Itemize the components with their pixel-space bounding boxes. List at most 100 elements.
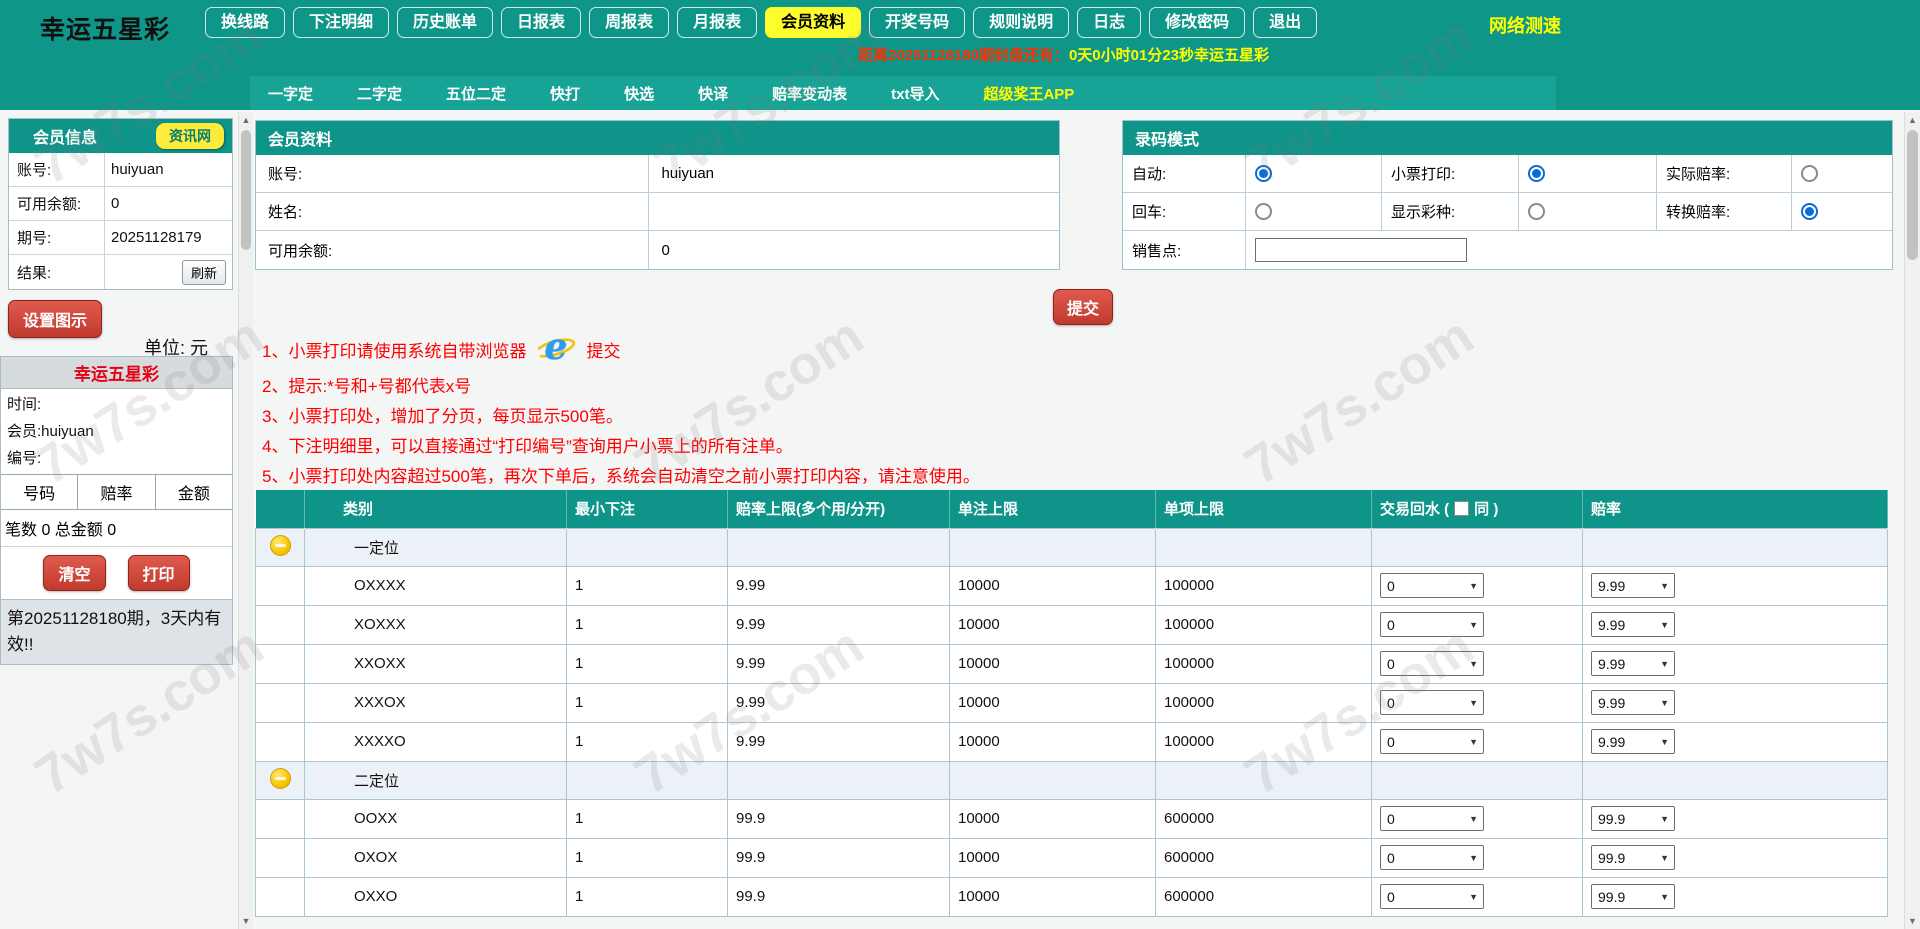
bet-type: OXXO bbox=[304, 876, 567, 917]
submit-button[interactable]: 提交 bbox=[1053, 289, 1114, 325]
field-value: 20251128179 bbox=[111, 229, 202, 246]
radio-cell bbox=[1519, 155, 1657, 193]
sidebar-scroll-thumb[interactable] bbox=[241, 130, 251, 250]
top-nav-item[interactable]: 日报表 bbox=[501, 7, 582, 38]
rebate-select[interactable]: 0 ▼ bbox=[1380, 612, 1484, 637]
sub-nav-item[interactable]: 超级奖王APP bbox=[983, 83, 1074, 104]
odds-cap: 9.99 bbox=[727, 682, 950, 723]
dropdown-arrow-icon: ▼ bbox=[1660, 697, 1669, 708]
info-site-button[interactable]: 资讯网 bbox=[156, 123, 224, 149]
page-scrollbar[interactable]: ▲ ▼ bbox=[1904, 112, 1920, 929]
countdown-text: 距离20251128180期封盘还有：0天0小时01分23秒幸运五星彩 bbox=[858, 44, 1269, 65]
network-speed-link[interactable]: 网络测速 bbox=[1489, 12, 1561, 38]
odds-select[interactable]: 9.99 ▼ bbox=[1591, 612, 1675, 637]
empty-cell bbox=[566, 527, 728, 567]
print-button[interactable]: 打印 bbox=[127, 555, 190, 591]
scroll-down-icon[interactable]: ▼ bbox=[239, 913, 253, 929]
rebate-select[interactable]: 0 ▼ bbox=[1380, 651, 1484, 676]
code-mode-title: 录码模式 bbox=[1123, 121, 1892, 155]
note1-suffix: 提交 bbox=[586, 341, 621, 361]
collapse-group-icon[interactable] bbox=[269, 767, 291, 789]
refresh-button[interactable]: 刷新 bbox=[181, 259, 226, 285]
sub-nav-item[interactable]: 赔率变动表 bbox=[772, 83, 847, 104]
top-nav-item[interactable]: 周报表 bbox=[589, 7, 670, 38]
sub-nav-item[interactable]: txt导入 bbox=[891, 83, 939, 104]
slip-buttons: 清空 打印 bbox=[1, 547, 232, 599]
single-bet-cap: 10000 bbox=[949, 798, 1156, 839]
top-nav-item[interactable]: 开奖号码 bbox=[869, 7, 966, 38]
rebate-select[interactable]: 0 ▼ bbox=[1380, 690, 1484, 715]
member-info-row: 期号: 20251128179 bbox=[9, 221, 232, 255]
top-nav-item[interactable]: 规则说明 bbox=[973, 7, 1070, 38]
top-nav-item[interactable]: 月报表 bbox=[677, 7, 758, 38]
odds-select[interactable]: 9.99 ▼ bbox=[1591, 729, 1675, 754]
select-value: 9.99 bbox=[1598, 733, 1626, 750]
top-nav-item[interactable]: 修改密码 bbox=[1149, 7, 1246, 38]
radio-checked[interactable] bbox=[1801, 203, 1818, 220]
odds-row: XOXXX 1 9.99 10000 100000 0 ▼ 9.99 ▼ bbox=[255, 604, 1888, 645]
top-nav-item[interactable]: 历史账单 bbox=[397, 7, 494, 38]
odds-select[interactable]: 99.9 ▼ bbox=[1591, 884, 1675, 909]
slip-member: 会员:huiyuan bbox=[7, 423, 94, 440]
odds-cap: 9.99 bbox=[727, 604, 950, 645]
slip-column-header: 号码 bbox=[1, 475, 79, 509]
sub-nav-item[interactable]: 快译 bbox=[698, 83, 728, 104]
sales-point-input[interactable] bbox=[1255, 238, 1467, 262]
field-label: 姓名: bbox=[256, 193, 650, 230]
member-info-row: 结果: 刷新 bbox=[9, 255, 232, 289]
sub-nav-item[interactable]: 一字定 bbox=[268, 83, 313, 104]
odds-row: XXXOX 1 9.99 10000 100000 0 ▼ 9.99 ▼ bbox=[255, 682, 1888, 723]
top-nav-item[interactable]: 退出 bbox=[1253, 7, 1318, 38]
field-label: 可用余额: bbox=[256, 231, 650, 269]
radio-unchecked[interactable] bbox=[1528, 203, 1545, 220]
odds-select[interactable]: 99.9 ▼ bbox=[1591, 845, 1675, 870]
sidebar-scrollbar[interactable]: ▲ ▼ bbox=[238, 112, 253, 929]
ie-browser-icon: e bbox=[533, 329, 578, 367]
top-nav-item[interactable]: 会员资料 bbox=[765, 7, 862, 38]
top-nav-item[interactable]: 换线路 bbox=[205, 7, 286, 38]
select-value: 0 bbox=[1387, 849, 1395, 866]
scroll-up-icon[interactable]: ▲ bbox=[1905, 112, 1920, 128]
rebate-same-checkbox[interactable] bbox=[1454, 501, 1470, 517]
rebate-select[interactable]: 0 ▼ bbox=[1380, 884, 1484, 909]
page-scroll-thumb[interactable] bbox=[1907, 130, 1918, 260]
field-value: 刷新 bbox=[105, 259, 232, 285]
scroll-down-icon[interactable]: ▼ bbox=[1905, 913, 1920, 929]
odds-cap: 99.9 bbox=[727, 798, 950, 839]
field-label: 可用余额: bbox=[9, 187, 105, 220]
odds-cell: 9.99 ▼ bbox=[1582, 565, 1888, 606]
odds-select[interactable]: 9.99 ▼ bbox=[1591, 690, 1675, 715]
rebate-select[interactable]: 0 ▼ bbox=[1380, 806, 1484, 831]
top-nav-item[interactable]: 日志 bbox=[1077, 7, 1142, 38]
sub-nav-item[interactable]: 五位二定 bbox=[446, 83, 506, 104]
odds-select[interactable]: 9.99 ▼ bbox=[1591, 651, 1675, 676]
min-bet: 1 bbox=[566, 837, 728, 878]
rebate-select[interactable]: 0 ▼ bbox=[1380, 729, 1484, 754]
empty-cell bbox=[949, 760, 1156, 800]
set-icon-button[interactable]: 设置图示 bbox=[8, 300, 103, 338]
collapse-group-icon[interactable] bbox=[269, 534, 291, 556]
radio-checked[interactable] bbox=[1528, 165, 1545, 182]
sub-nav-item[interactable]: 快打 bbox=[550, 83, 580, 104]
header-col: 赔率上限(多个用/分开) bbox=[727, 490, 950, 528]
member-info-panel: 会员信息 资讯网 账号: huiyuan 可用余额: 0 期号: 20251128179 结… bbox=[8, 118, 233, 290]
dropdown-arrow-icon: ▼ bbox=[1469, 697, 1478, 708]
sub-nav-item[interactable]: 快选 bbox=[624, 83, 654, 104]
odds-select[interactable]: 99.9 ▼ bbox=[1591, 806, 1675, 831]
profile-row: 姓名: bbox=[256, 193, 1059, 231]
radio-cell bbox=[1519, 193, 1657, 231]
scroll-up-icon[interactable]: ▲ bbox=[239, 112, 253, 128]
radio-checked[interactable] bbox=[1255, 165, 1272, 182]
odds-cell: 99.9 ▼ bbox=[1582, 876, 1888, 917]
radio-unchecked[interactable] bbox=[1801, 165, 1818, 182]
bet-type: OXOX bbox=[304, 837, 567, 878]
dropdown-arrow-icon: ▼ bbox=[1469, 813, 1478, 824]
rebate-select[interactable]: 0 ▼ bbox=[1380, 845, 1484, 870]
clear-button[interactable]: 清空 bbox=[43, 555, 106, 591]
sub-nav-item[interactable]: 二字定 bbox=[357, 83, 402, 104]
top-nav-item[interactable]: 下注明细 bbox=[293, 7, 390, 38]
odds-select[interactable]: 9.99 ▼ bbox=[1591, 573, 1675, 598]
single-item-cap: 100000 bbox=[1155, 604, 1372, 645]
rebate-select[interactable]: 0 ▼ bbox=[1380, 573, 1484, 598]
radio-unchecked[interactable] bbox=[1255, 203, 1272, 220]
